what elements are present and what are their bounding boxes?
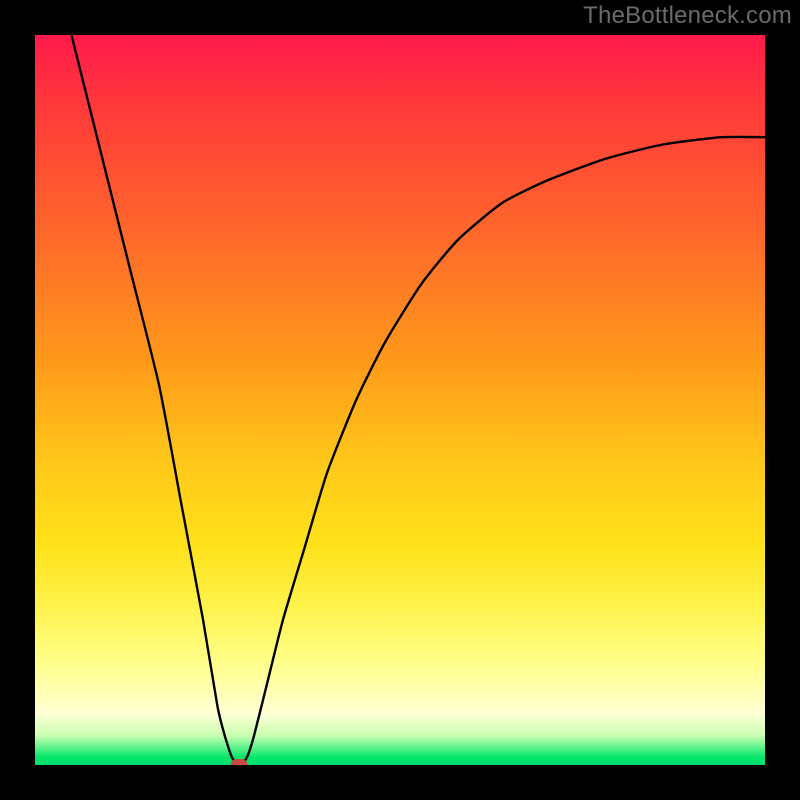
watermark-text: TheBottleneck.com: [583, 2, 792, 30]
optimum-marker: [231, 759, 248, 765]
chart-area: [35, 35, 765, 765]
curve-path: [72, 35, 766, 765]
bottleneck-curve: [35, 35, 765, 765]
